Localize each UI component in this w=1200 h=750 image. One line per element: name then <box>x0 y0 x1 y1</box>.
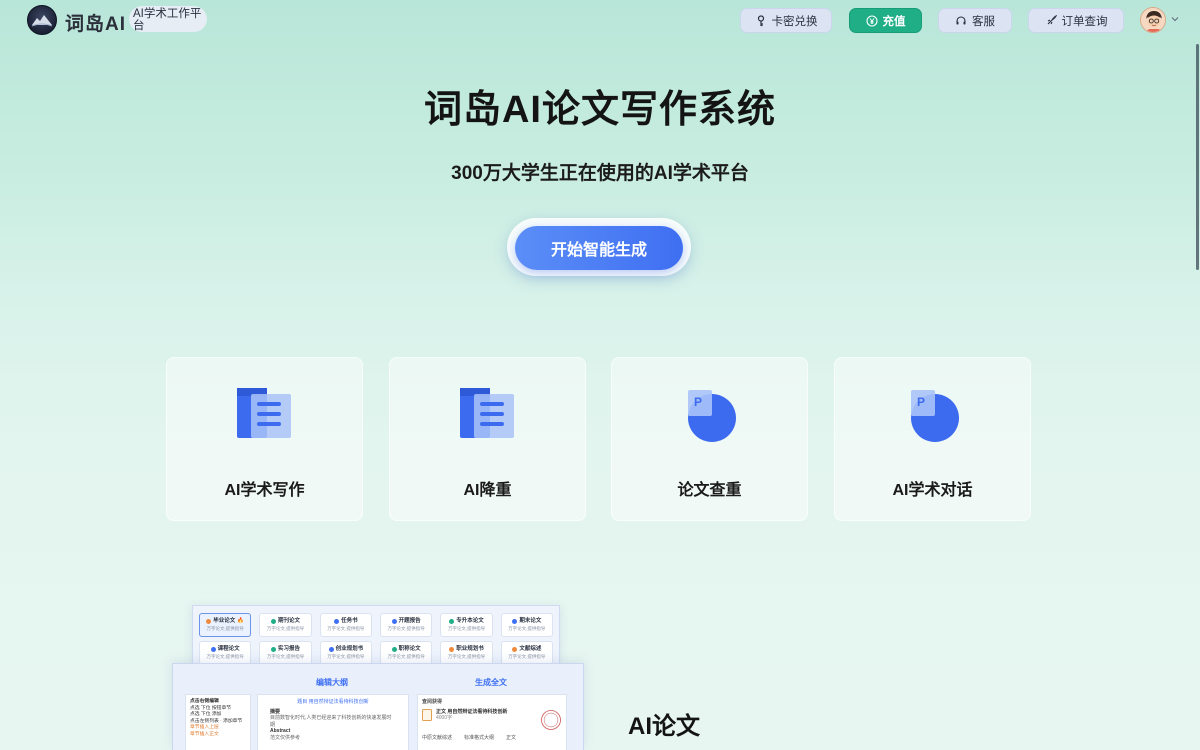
chevron-down-icon[interactable] <box>1170 14 1180 24</box>
dot-icon <box>328 647 334 652</box>
dot-icon <box>210 647 216 652</box>
brand-name[interactable]: 词岛AI <box>65 9 126 36</box>
dot-icon <box>334 619 340 624</box>
redeem-code-label: 卡密兑换 <box>771 15 818 28</box>
dot-icon <box>391 619 397 624</box>
chip-final-paper: 期末论文 万字论文,提供指导 <box>500 613 553 637</box>
dot-icon <box>391 647 397 652</box>
recharge-button[interactable]: 充值 <box>849 8 922 33</box>
chip-proposal: 开题报告 万字论文,提供指导 <box>379 613 433 637</box>
feature-card-label: AI降重 <box>463 482 512 499</box>
order-lookup-button[interactable]: 订单查询 <box>1028 8 1124 33</box>
chip-literature-review: 文献综述 万字论文,提供指导 <box>500 641 553 665</box>
avatar-icon <box>1141 8 1165 32</box>
dot-icon <box>449 619 455 624</box>
pie-report-icon: P <box>688 390 736 442</box>
feature-card-plagiarism-check[interactable]: P 论文查重 <box>611 357 808 521</box>
redeem-code-button[interactable]: 卡密兑换 <box>740 8 832 33</box>
svg-text:P: P <box>917 395 925 409</box>
key-icon <box>757 14 764 26</box>
customer-service-button[interactable]: 客服 <box>938 8 1012 33</box>
file-icon <box>422 708 432 721</box>
outline-editor-panel: 题目 用自然辩证法看待科技创新 摘要 目前数智化时代,人类已经迎来了科技创新的快… <box>257 694 409 750</box>
feature-card-label: 论文查重 <box>677 482 742 499</box>
dot-icon <box>270 619 276 624</box>
yen-icon <box>865 14 878 27</box>
chip-journal-paper: 期刊论文 万字论文,提供指导 <box>259 613 312 637</box>
editor-preview: 编辑大纲 生成全文 点击右侧编辑 点选 下位 按钮章节 点选 下位 添加 点击左… <box>172 663 584 750</box>
start-generation-button[interactable]: 开始智能生成 <box>515 226 683 270</box>
document-icon <box>460 388 514 438</box>
feature-card-ai-rewrite[interactable]: AI降重 <box>389 357 586 521</box>
dot-icon <box>270 647 276 652</box>
brand-tagline: AI学术工作平台 <box>129 6 207 32</box>
pie-report-icon: P <box>911 390 959 442</box>
feature-card-ai-writing[interactable]: AI学术写作 <box>166 357 363 521</box>
document-icon <box>237 388 291 438</box>
paper-type-preview: 毕业论文 🔥 万字论文,提供指导 期刊论文 万字论文,提供指导 任务书 万字论文,… <box>192 605 560 671</box>
chip-career-plan: 职业规划书 万字论文,提供指导 <box>440 641 493 665</box>
chip-internship-report: 实习报告 万字论文,提供指导 <box>259 641 312 665</box>
tab-edit-outline: 编辑大纲 <box>316 678 348 687</box>
feature-card-label: AI学术对话 <box>892 482 973 499</box>
chip-course-paper: 课程论文 万字论文,提供指导 <box>199 641 252 665</box>
dot-icon <box>512 647 518 652</box>
brand-logo[interactable] <box>27 5 57 35</box>
section-title-ai-paper: AI论文 <box>628 713 700 740</box>
dot-icon <box>512 619 518 624</box>
recharge-label: 充值 <box>882 15 906 28</box>
dot-icon <box>206 619 212 624</box>
chip-graduation-thesis: 毕业论文 🔥 万字论文,提供指导 <box>199 613 252 637</box>
rocket-icon <box>1047 14 1057 24</box>
stamp-icon <box>541 709 561 730</box>
dot-icon <box>449 647 455 652</box>
tab-generate-full: 生成全文 <box>475 678 507 687</box>
user-avatar[interactable] <box>1140 7 1166 33</box>
full-text-panel: 查阅获得 正文 用自然辩证法看待科技创新 4000字 中原文献综述 标准格式大纲… <box>417 694 567 750</box>
top-navbar: 词岛AI AI学术工作平台 卡密兑换 充值 客服 订单查询 <box>0 0 1200 42</box>
chip-professional-paper: 职称论文 万字论文,提供指导 <box>379 641 433 665</box>
feature-card-ai-chat[interactable]: P AI学术对话 <box>834 357 1031 521</box>
chip-business-plan: 创业规划书 万字论文,提供指导 <box>319 641 372 665</box>
feature-card-label: AI学术写作 <box>224 482 305 499</box>
chip-task-book: 任务书 万字论文,提供指导 <box>319 613 372 637</box>
outline-help-panel: 点击右侧编辑 点选 下位 按钮章节 点选 下位 添加 点击左侧列表 · 添加章节… <box>185 694 251 750</box>
order-lookup-label: 订单查询 <box>1061 15 1108 28</box>
chip-upgrade-paper: 专升本论文 万字论文,提供指导 <box>440 613 493 637</box>
island-logo-icon <box>31 15 53 27</box>
customer-service-label: 客服 <box>972 15 995 28</box>
svg-text:P: P <box>694 395 702 409</box>
hero-title: 词岛AI论文写作系统 <box>423 89 776 131</box>
hero-subtitle: 300万大学生正在使用的AI学术平台 <box>451 163 749 184</box>
headset-icon <box>956 15 966 24</box>
